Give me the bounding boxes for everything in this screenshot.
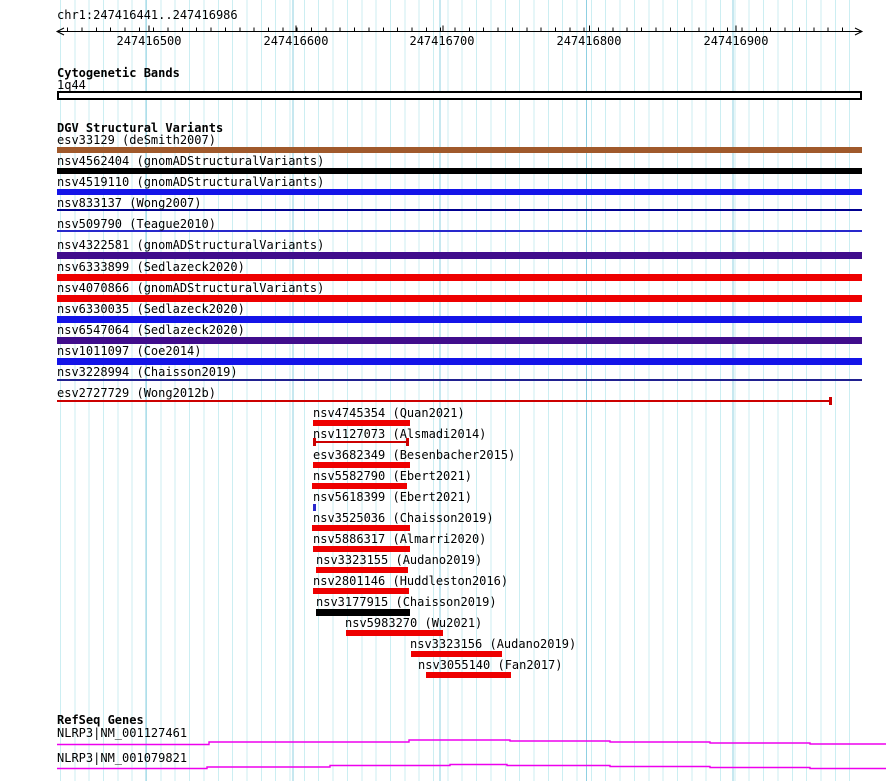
region-title: chr1:247416441..247416986 [57,8,238,22]
variant-label[interactable]: nsv6333899 (Sedlazeck2020) [57,261,245,273]
variant-label[interactable]: nsv2801146 (Huddleston2016) [313,575,508,587]
variant-label[interactable]: nsv1011097 (Coe2014) [57,345,202,357]
genome-browser-view: chr1:247416441..247416986 Cytogenetic Ba… [0,0,890,781]
variant-label[interactable]: nsv5886317 (Almarri2020) [313,533,486,545]
variant-label[interactable]: nsv1127073 (Alsmadi2014) [313,428,486,440]
ruler-tick-label: 247416600 [263,34,329,48]
variant-label[interactable]: nsv3177915 (Chaisson2019) [316,596,497,608]
variant-label[interactable]: nsv4322581 (gnomADStructuralVariants) [57,239,324,251]
variant-label[interactable]: nsv5582790 (Ebert2021) [313,470,472,482]
variant-label[interactable]: nsv3525036 (Chaisson2019) [313,512,494,524]
variant-label[interactable]: nsv3228994 (Chaisson2019) [57,366,238,378]
variant-label[interactable]: nsv509790 (Teague2010) [57,218,216,230]
variant-label[interactable]: nsv3323156 (Audano2019) [410,638,576,650]
variant-label[interactable]: nsv3055140 (Fan2017) [418,659,563,671]
variant-label[interactable]: esv3682349 (Besenbacher2015) [313,449,515,461]
variant-label[interactable]: nsv4519110 (gnomADStructuralVariants) [57,176,324,188]
gene-label[interactable]: NLRP3|NM_001079821 [57,752,187,764]
variant-label[interactable]: esv33129 (deSmith2007) [57,134,216,146]
gene-label[interactable]: NLRP3|NM_001127461 [57,727,187,739]
variant-label[interactable]: nsv6330035 (Sedlazeck2020) [57,303,245,315]
variant-label[interactable]: esv2727729 (Wong2012b) [57,387,216,399]
variant-label[interactable]: nsv4745354 (Quan2021) [313,407,465,419]
variant-label[interactable]: nsv6547064 (Sedlazeck2020) [57,324,245,336]
cytoband-label: 1q44 [57,78,86,92]
variant-label[interactable]: nsv833137 (Wong2007) [57,197,202,209]
ruler-tick-label: 247416800 [556,34,622,48]
refseq-track-header: RefSeq Genes [57,713,144,727]
variant-label[interactable]: nsv3323155 (Audano2019) [316,554,482,566]
variant-label[interactable]: nsv5983270 (Wu2021) [345,617,482,629]
variant-label[interactable]: nsv4070866 (gnomADStructuralVariants) [57,282,324,294]
variant-label[interactable]: nsv4562404 (gnomADStructuralVariants) [57,155,324,167]
ruler-tick-label: 247416900 [703,34,769,48]
variant-label[interactable]: nsv5618399 (Ebert2021) [313,491,472,503]
ruler-tick-label: 247416700 [409,34,475,48]
ruler-tick-label: 247416500 [116,34,182,48]
